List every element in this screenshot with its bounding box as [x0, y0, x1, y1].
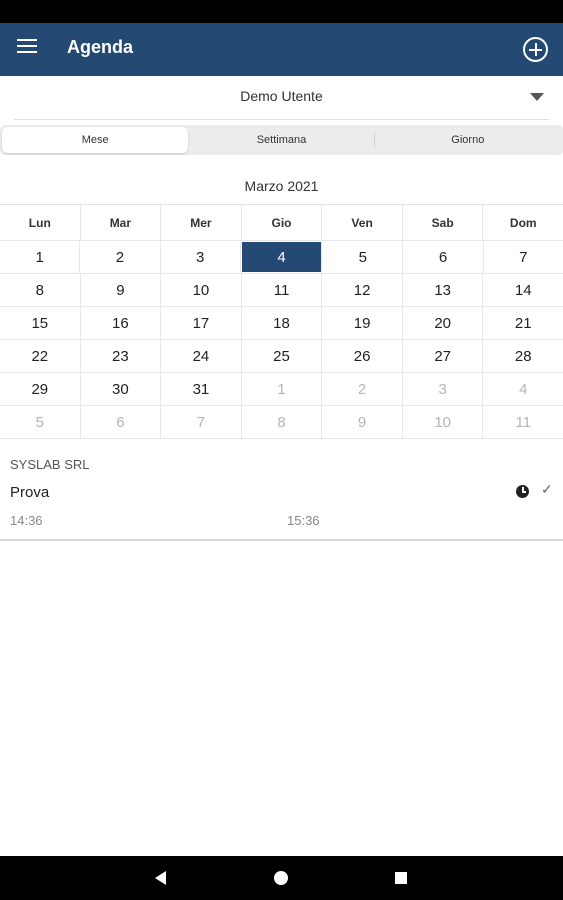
calendar-day[interactable]: 11	[242, 274, 323, 306]
system-nav-bar	[0, 856, 563, 900]
calendar-day[interactable]: 23	[81, 340, 162, 372]
weekday-label: Dom	[509, 215, 537, 230]
weekday-label: Sab	[403, 205, 484, 240]
calendar-day[interactable]: 9	[81, 274, 162, 306]
calendar-week-row: 15 16 17 18 19 20 21	[0, 307, 563, 340]
calendar-day[interactable]: 25	[242, 340, 323, 372]
calendar-day[interactable]: 26	[322, 340, 403, 372]
tab-settimana[interactable]: Settimana	[188, 127, 375, 153]
tab-settimana-label: Settimana	[256, 134, 307, 146]
calendar-day[interactable]: 4	[483, 373, 563, 405]
month-calendar: Lun Mar Mer Gio Ven Sab Dom 1 2 3 4 5 6 7 8 9 10 11 12 13 14…	[0, 204, 563, 439]
calendar-day[interactable]: 15	[0, 307, 81, 339]
calendar-day[interactable]: 8	[0, 274, 81, 306]
calendar-day[interactable]: 24	[161, 340, 242, 372]
hamburger-menu-icon[interactable]	[17, 39, 37, 59]
calendar-day[interactable]: 5	[0, 406, 81, 438]
calendar-day[interactable]: 28	[483, 340, 563, 372]
tab-giorno-label: Giorno	[451, 134, 485, 146]
back-icon[interactable]	[155, 871, 166, 885]
event-title: Prova	[10, 484, 50, 501]
event-item[interactable]: SYSLAB SRL Prova ✓ 14:36 15:36	[0, 445, 563, 541]
calendar-day[interactable]: 11	[483, 406, 563, 438]
calendar-day[interactable]: 7	[161, 406, 242, 438]
calendar-day[interactable]: 1	[242, 373, 323, 405]
event-start-time: 14:36	[10, 513, 43, 528]
plus-circle-icon[interactable]	[523, 37, 548, 62]
calendar-day[interactable]: 27	[403, 340, 484, 372]
view-segmented-control: Mese Settimana Giorno	[0, 125, 563, 155]
calendar-day[interactable]: 3	[161, 241, 241, 273]
triangle-down-icon	[530, 93, 544, 101]
weekday-label: Ven	[322, 205, 403, 240]
event-company: SYSLAB SRL	[10, 457, 90, 472]
user-dropdown-value: Demo Utente	[240, 88, 323, 104]
calendar-day[interactable]: 5	[323, 241, 404, 273]
status-bar	[0, 0, 563, 23]
calendar-week-row: 1234567	[0, 241, 563, 274]
month-title: Marzo 2021	[244, 178, 319, 194]
calendar-week-row: 5 6 7 8 9 10 11	[0, 406, 563, 439]
weekday-label: Lun	[0, 205, 81, 240]
recents-icon[interactable]	[395, 872, 407, 884]
calendar-day[interactable]: 17	[161, 307, 242, 339]
weekday-label: Mer	[161, 205, 242, 240]
calendar-day[interactable]: 18	[242, 307, 323, 339]
calendar-day[interactable]: 7	[484, 241, 563, 273]
calendar-day[interactable]: 13	[403, 274, 484, 306]
user-dropdown[interactable]: Demo Utente	[14, 76, 549, 120]
calendar-day[interactable]: 3	[403, 373, 484, 405]
clock-icon	[516, 485, 529, 498]
calendar-week-row: 8 9 10 11 12 13 14	[0, 274, 563, 307]
calendar-day[interactable]: 20	[403, 307, 484, 339]
calendar-day[interactable]: 2	[80, 241, 161, 273]
event-end-time: 15:36	[287, 513, 320, 528]
check-icon: ✓	[541, 481, 553, 497]
calendar-day[interactable]: 10	[161, 274, 242, 306]
home-icon[interactable]	[274, 871, 288, 885]
weekday-label: Mar	[81, 205, 162, 240]
app-screen: Agenda Demo Utente Mese Settimana Giorno…	[0, 23, 563, 856]
calendar-day[interactable]: 6	[81, 406, 162, 438]
calendar-day[interactable]: 14	[483, 274, 563, 306]
calendar-day[interactable]: 30	[81, 373, 162, 405]
tab-mese-label: Mese	[81, 134, 109, 146]
calendar-day[interactable]: 1	[0, 241, 81, 273]
calendar-day[interactable]: 8	[242, 406, 323, 438]
calendar-day[interactable]: 16	[81, 307, 162, 339]
calendar-week-row: 29 30 31 1 2 3 4	[0, 373, 563, 406]
calendar-day[interactable]: 6	[403, 241, 484, 273]
tab-giorno[interactable]: Giorno	[375, 127, 561, 153]
tab-mese[interactable]: Mese	[2, 127, 189, 153]
calendar-day[interactable]: 21	[483, 307, 563, 339]
calendar-day[interactable]: 29	[0, 373, 81, 405]
calendar-day[interactable]: 10	[403, 406, 484, 438]
calendar-day[interactable]: 2	[322, 373, 403, 405]
app-bar: Agenda	[0, 23, 563, 76]
calendar-week-row: 22 23 24 25 26 27 28	[0, 340, 563, 373]
calendar-day[interactable]: 12	[322, 274, 403, 306]
calendar-day[interactable]: 19	[322, 307, 403, 339]
page-title: Agenda	[67, 37, 134, 57]
calendar-day[interactable]: 9	[322, 406, 403, 438]
calendar-day-selected[interactable]: 4	[241, 242, 323, 272]
calendar-day[interactable]: 31	[161, 373, 242, 405]
weekday-label: Gio	[242, 205, 323, 240]
calendar-day[interactable]: 22	[0, 340, 81, 372]
weekday-header-row: Lun Mar Mer Gio Ven Sab Dom	[0, 205, 563, 241]
